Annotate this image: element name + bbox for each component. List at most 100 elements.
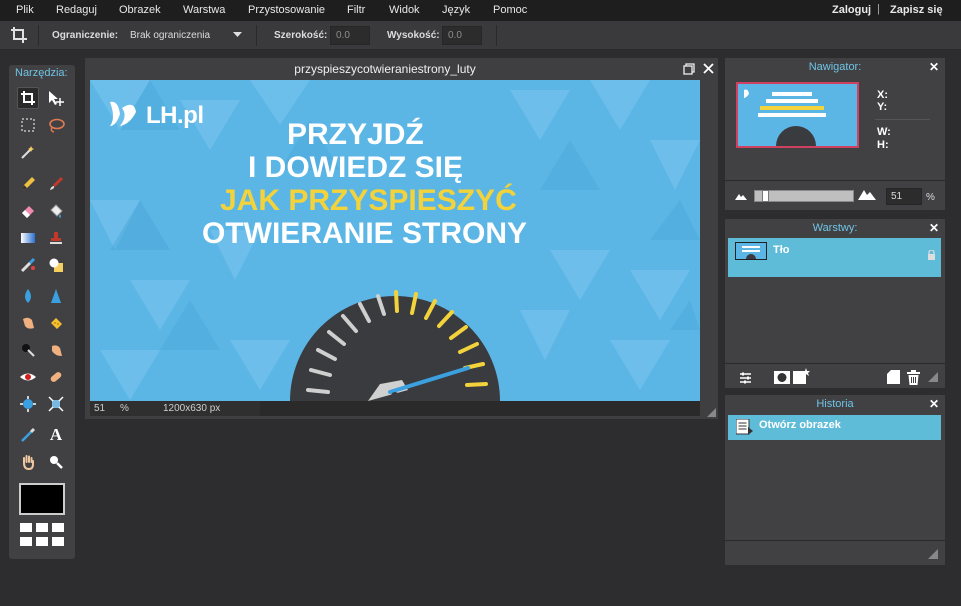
clone-stamp-tool-button[interactable]	[45, 227, 67, 249]
zoom-out-mountain-icon[interactable]	[735, 191, 747, 203]
width-label: Szerokość:	[274, 30, 328, 41]
clone-stamp-icon	[50, 232, 62, 244]
pinch-tool-button[interactable]	[45, 393, 67, 415]
zoom-icon	[50, 456, 63, 469]
layer-name: Tło	[773, 244, 790, 256]
menu-jezyk[interactable]: Język	[442, 4, 470, 16]
sponge-tool-button[interactable]	[45, 312, 67, 334]
menu-obrazek[interactable]: Obrazek	[119, 4, 161, 16]
gradient-icon	[21, 233, 35, 243]
brush-tool-button[interactable]	[45, 173, 67, 195]
zoom-slider-track[interactable]	[754, 190, 854, 202]
gradient-tool-button[interactable]	[17, 227, 39, 249]
move-tool-button[interactable]	[45, 87, 67, 109]
marquee-tool-button[interactable]	[17, 114, 39, 136]
red-eye-tool-button[interactable]	[17, 366, 39, 388]
magic-wand-tool-button[interactable]	[17, 141, 39, 163]
zoom-slider-thumb[interactable]	[762, 190, 769, 202]
layers-footer-divider	[725, 363, 945, 364]
menu-bar: Plik Redaguj Obrazek Warstwa Przystosowa…	[0, 0, 961, 21]
menu-redaguj[interactable]: Redaguj	[56, 4, 97, 16]
close-navigator-icon[interactable]: ✕	[929, 60, 939, 74]
delete-layer-icon[interactable]	[907, 370, 920, 388]
smudge-icon	[23, 317, 34, 329]
image-dimensions: 1200x630 px	[163, 403, 221, 414]
type-tool-button[interactable]: A	[45, 424, 67, 446]
artwork-headline-4: OTWIERANIE STRONY	[202, 217, 528, 250]
restore-window-icon[interactable]	[683, 63, 695, 78]
login-link[interactable]: Zaloguj	[832, 4, 871, 16]
history-item[interactable]: Otwórz obrazek	[728, 415, 941, 440]
bloat-tool-button[interactable]	[17, 393, 39, 415]
options-bar: Ograniczenie: Brak ograniczenia Szerokoś…	[0, 21, 961, 50]
new-layer-icon[interactable]	[887, 370, 900, 387]
draw-shape-icon	[49, 258, 63, 272]
chevron-down-icon	[233, 30, 242, 41]
menu-plik[interactable]: Plik	[16, 4, 34, 16]
red-eye-icon	[20, 373, 36, 381]
palette-cell[interactable]	[36, 523, 48, 532]
menu-warstwa[interactable]: Warstwa	[183, 4, 225, 16]
horizontal-scrollbar[interactable]	[260, 401, 700, 416]
palette-cell[interactable]	[20, 537, 32, 546]
sharpen-tool-button[interactable]	[45, 285, 67, 307]
color-picker-tool-button[interactable]	[17, 424, 39, 446]
palette-cell[interactable]	[52, 523, 64, 532]
canvas-window: przyspieszycotwieraniestrony_luty LH.pl …	[85, 58, 718, 419]
palette-cell[interactable]	[20, 523, 32, 532]
resize-handle-icon[interactable]	[928, 372, 938, 385]
constraint-select-value: Brak ograniczenia	[130, 30, 211, 41]
close-canvas-icon[interactable]	[703, 63, 714, 77]
width-input[interactable]	[330, 26, 370, 45]
nav-divider	[875, 119, 930, 120]
spot-heal-tool-button[interactable]	[45, 366, 67, 388]
constraint-select[interactable]: Brak ograniczenia	[126, 26, 246, 45]
blur-tool-button[interactable]	[17, 285, 39, 307]
lasso-tool-button[interactable]	[45, 114, 67, 136]
burn-tool-button[interactable]	[17, 339, 39, 361]
menu-widok[interactable]: Widok	[389, 4, 420, 16]
draw-shape-tool-button[interactable]	[45, 254, 67, 276]
marquee-icon	[21, 118, 35, 132]
nav-bottom-divider	[725, 180, 945, 181]
resize-handle-icon[interactable]	[707, 408, 716, 420]
eraser-tool-button[interactable]	[17, 200, 39, 222]
height-input[interactable]	[442, 26, 482, 45]
dodge-tool-button[interactable]	[45, 339, 67, 361]
burn-icon	[22, 344, 35, 357]
color-replace-tool-button[interactable]	[17, 254, 39, 276]
navigator-thumbnail	[738, 84, 857, 146]
navigator-zoom-input[interactable]	[886, 188, 922, 205]
options-divider	[496, 25, 497, 46]
zoom-in-mountain-icon[interactable]	[858, 188, 876, 203]
signup-link[interactable]: Zapisz się	[890, 4, 943, 16]
zoom-tool-button[interactable]	[45, 451, 67, 473]
lock-icon	[927, 249, 936, 263]
close-layers-icon[interactable]: ✕	[929, 221, 939, 235]
layer-mask-icon[interactable]	[774, 371, 790, 387]
bloat-icon	[20, 396, 36, 412]
hand-tool-button[interactable]	[17, 451, 39, 473]
layer-styles-icon[interactable]	[739, 371, 752, 387]
foreground-color-swatch[interactable]	[19, 483, 65, 515]
smudge-tool-button[interactable]	[17, 312, 39, 334]
blur-icon	[25, 289, 31, 303]
close-history-icon[interactable]: ✕	[929, 397, 939, 411]
menu-filtr[interactable]: Filtr	[347, 4, 365, 16]
palette-cell[interactable]	[52, 537, 64, 546]
layer-row[interactable]: Tło	[728, 238, 941, 277]
artwork-canvas[interactable]: LH.pl PRZYJDŹ I DOWIEDZ SIĘ JAK PRZYSPIE…	[90, 80, 700, 401]
crop-tool-button[interactable]	[17, 87, 39, 109]
palette-cell[interactable]	[36, 537, 48, 546]
navigator-preview[interactable]	[736, 82, 859, 148]
navigator-title: Nawigator:	[808, 61, 862, 73]
paint-bucket-tool-button[interactable]	[45, 200, 67, 222]
pencil-tool-button[interactable]	[17, 173, 39, 195]
menu-separator: |	[877, 3, 880, 15]
resize-handle-icon[interactable]	[928, 549, 938, 562]
tools-panel: Narzędzia: A	[9, 65, 75, 559]
menu-pomoc[interactable]: Pomoc	[493, 4, 527, 16]
menu-przystosowanie[interactable]: Przystosowanie	[248, 4, 325, 16]
adjustment-layer-icon[interactable]	[793, 368, 811, 387]
history-item-label: Otwórz obrazek	[759, 419, 841, 431]
